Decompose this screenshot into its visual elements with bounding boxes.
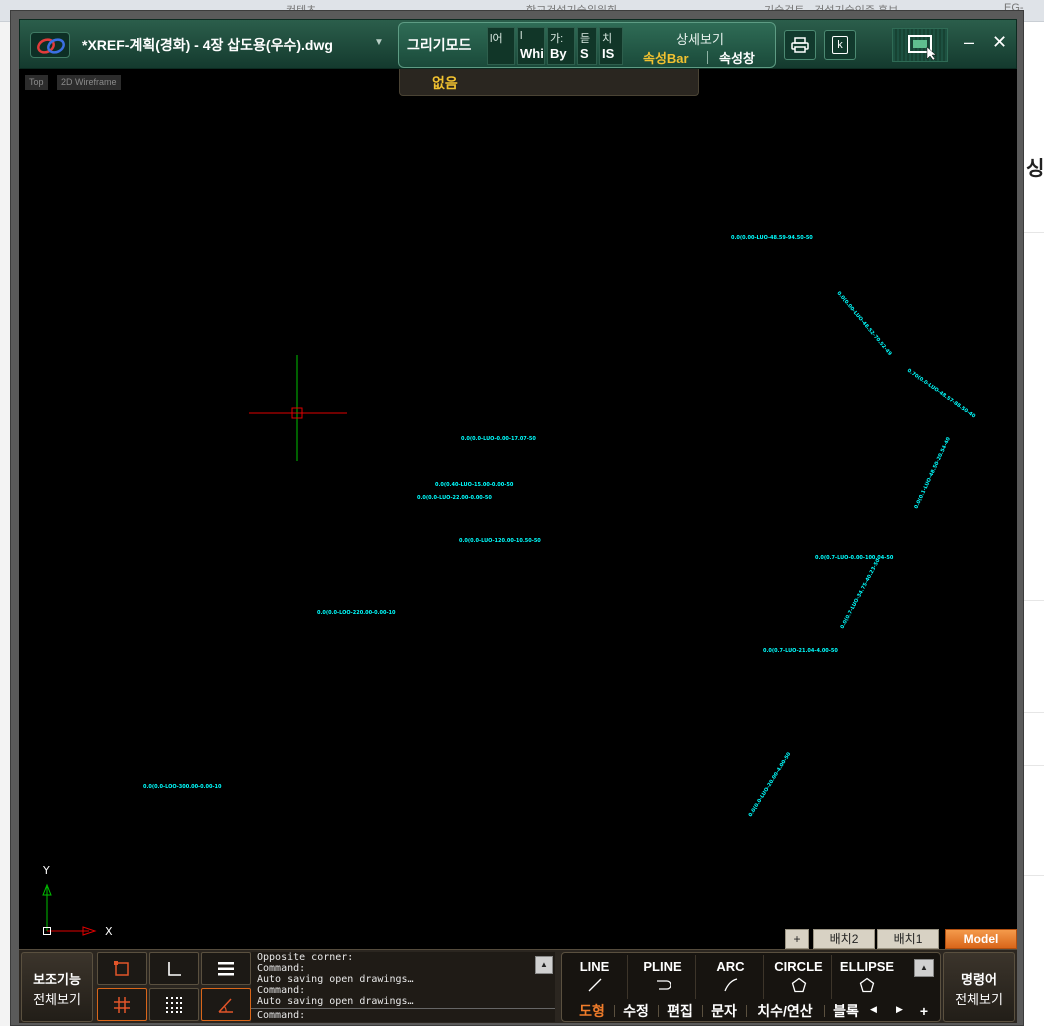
pentagon-icon	[859, 977, 875, 993]
drawing-label: 0.0(0.7-LUO-34.75-40.23-50	[839, 558, 881, 630]
detail-view-panel: 상세보기 속성Bar 속성창	[625, 27, 775, 67]
ucs-y-label: Y	[42, 864, 50, 877]
line-command-button[interactable]: LINE	[562, 955, 628, 999]
scroll-left-icon[interactable]: ◀	[870, 1004, 877, 1015]
polar-toggle[interactable]	[201, 988, 251, 1021]
drawing-canvas[interactable]: Top 2D Wireframe 0.0(0.00-LUO-48.59-94.5…	[19, 69, 1017, 949]
keyboard-button[interactable]: k	[824, 30, 856, 60]
tab-model[interactable]: Model	[945, 929, 1017, 949]
print-button[interactable]	[784, 30, 816, 60]
tab-modify[interactable]: 수정	[616, 1001, 656, 1021]
drawing-layer: 0.0(0.00-LUO-48.59-94.50-50 0.0(0.00-LUO…	[42, 235, 977, 938]
document-title: *XREF-계획(경화) - 4장 삽도용(우수).dwg	[82, 37, 333, 53]
drawing-label: 0.0(0.00-LUO-48.52-70.52-49	[835, 290, 892, 357]
screen-select-button[interactable]	[892, 28, 948, 62]
circle-command-button[interactable]: CIRCLE	[766, 955, 832, 999]
command-line: Auto saving open drawings…	[257, 996, 414, 1007]
crosshair-cursor	[249, 355, 347, 461]
dimstyle-slot[interactable]: 치 IS	[599, 27, 623, 65]
add-panel-tab-button[interactable]: +	[914, 1001, 934, 1021]
close-button[interactable]: ✕	[992, 32, 1007, 53]
arc-command-button[interactable]: ARC	[698, 955, 764, 999]
drawing-label: 0.0(0.7-LUO-21.04-4.00-50	[763, 648, 838, 654]
drawing-label: 0.0(0.40-LUO-15.00-0.00-50	[435, 482, 514, 488]
pentagon-icon	[791, 977, 806, 993]
history-expand-button[interactable]: ▲	[535, 956, 553, 974]
k-key-icon: k	[832, 36, 848, 54]
layer-slot[interactable]: l어	[487, 27, 515, 65]
lines-icon	[218, 961, 234, 975]
pline-command-button[interactable]: PLINE	[630, 955, 696, 999]
line-icon	[588, 978, 601, 992]
lineweight-toggle[interactable]	[201, 952, 251, 985]
ucs-x-label: X	[105, 925, 113, 938]
ucs-icon: Y X	[42, 864, 113, 938]
drawing-label: 0.0(0.0-LUO-0.00-17.07-50	[461, 436, 536, 442]
command-line: Opposite corner:	[257, 952, 354, 963]
drawing-label: 0.0(0.1-LUO-48.50-20.54-40	[913, 436, 952, 510]
background-text: 싱	[1026, 158, 1044, 180]
textstyle-slot[interactable]: 듣S	[577, 27, 597, 65]
app-logo[interactable]	[30, 32, 70, 58]
cad-app-window: *XREF-계획(경화) - 4장 삽도용(우수).dwg ▼ 그리기모드 l어…	[10, 10, 1024, 1026]
command-input[interactable]: Command:	[251, 1008, 555, 1022]
snap-grid-toggle[interactable]	[149, 988, 199, 1021]
add-layout-button[interactable]: +	[785, 929, 809, 949]
tab-layout2[interactable]: 배치2	[813, 929, 875, 949]
layout-tabs: + 배치2 배치1 Model	[785, 927, 1017, 949]
tab-shape[interactable]: 도형	[572, 1001, 612, 1021]
draw-command-panel: LINE PLINE ARC CIRCLE ELLIPSE ▲ 도형 수정 편집…	[561, 952, 941, 1022]
grid-icon	[114, 996, 130, 1013]
linetype-slot[interactable]: 가: By	[547, 27, 575, 65]
dot-grid-icon	[166, 996, 182, 1013]
ellipse-command-button[interactable]: ELLIPSE	[834, 955, 900, 999]
drawing-label: 0.0(0.7-LUO-0.00-100.04-50	[815, 555, 894, 561]
scroll-right-icon[interactable]: ▶	[896, 1004, 903, 1015]
dropdown-option[interactable]: 없음	[432, 73, 458, 93]
title-dropdown-icon[interactable]: ▼	[374, 37, 384, 48]
draw-mode-button[interactable]: 그리기모드	[407, 35, 471, 55]
tab-block[interactable]: 블록	[828, 1001, 864, 1021]
drawing-label: 0.0(0.0-LOO-220.00-0.00-10	[317, 610, 396, 616]
osnap-toggle[interactable]	[97, 952, 147, 985]
command-line: Auto saving open drawings…	[257, 974, 414, 985]
tab-layout1[interactable]: 배치1	[877, 929, 939, 949]
command-line: Command:	[257, 985, 306, 996]
title-bar: *XREF-계획(경화) - 4장 삽도용(우수).dwg ▼ 그리기모드 l어…	[19, 19, 1017, 69]
property-bar-button[interactable]: 속성Bar	[643, 48, 689, 67]
pline-icon	[656, 980, 672, 990]
panel-expand-button[interactable]: ▲	[914, 959, 934, 977]
color-slot[interactable]: lWhit	[517, 27, 545, 65]
snap-box-icon	[114, 960, 129, 976]
arc-icon	[723, 978, 737, 992]
command-line: Command:	[257, 963, 306, 974]
drawing-label: 0.70(0.0-LUO-48.57-88.50-40	[906, 368, 977, 420]
bottom-dock: 보조기능 전체보기 Opposite corner: Command: Auto…	[19, 949, 1017, 1023]
drawing-label: 0.0(0.0-LUO-120.00-10.50-50	[459, 538, 541, 544]
tab-text[interactable]: 문자	[704, 1001, 744, 1021]
tab-dimension[interactable]: 치수/연산	[748, 1001, 822, 1021]
monitor-cursor-icon	[908, 35, 937, 61]
draw-mode-group: 그리기모드 l어 lWhit 가:By 듣S 치IS 상세보기 속성Bar 속성…	[398, 22, 776, 68]
drawing-label: 0.0(0.00-LUO-48.59-94.50-50	[731, 235, 813, 241]
ortho-icon	[168, 961, 181, 976]
linetype-dropdown[interactable]: 없음	[399, 69, 699, 96]
aux-function-button[interactable]: 보조기능 전체보기	[21, 952, 93, 1022]
drawing-label: 0.0(0.0-LUO-20.00-4.00-50	[748, 751, 793, 818]
minimize-button[interactable]: –	[964, 32, 974, 53]
drawing-label: 0.0(0.0-LOO-300.00-0.00-10	[143, 784, 222, 790]
angle-icon	[218, 997, 233, 1013]
grid-toggle[interactable]	[97, 988, 147, 1021]
detail-view-label: 상세보기	[676, 32, 724, 47]
property-window-button[interactable]: 속성창	[719, 48, 755, 67]
ortho-toggle[interactable]	[149, 952, 199, 985]
tab-edit[interactable]: 편집	[660, 1001, 700, 1021]
printer-icon	[791, 37, 809, 53]
drawing-label: 0.0(0.0-LUO-22.00-0.00-50	[417, 495, 492, 501]
command-list-button[interactable]: 명령어 전체보기	[943, 952, 1015, 1022]
command-history[interactable]: Opposite corner: Command: Auto saving op…	[251, 952, 555, 1022]
